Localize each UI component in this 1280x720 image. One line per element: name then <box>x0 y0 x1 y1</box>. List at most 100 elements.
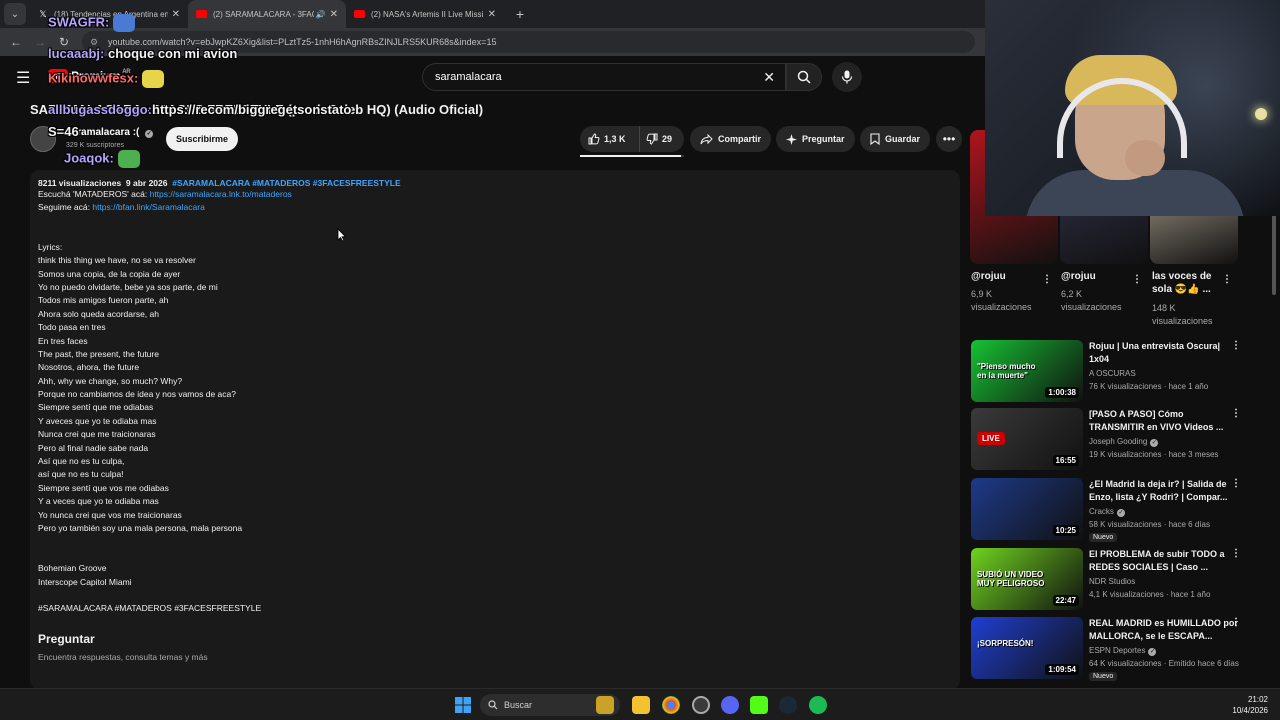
video-channel[interactable]: Joseph Gooding ✓ <box>1089 437 1159 447</box>
more-vertical-icon[interactable]: ⋮ <box>1231 617 1241 628</box>
listen-link[interactable]: https://saramalacara.lnk.to/mataderos <box>150 189 292 199</box>
save-button-wrap: Guardar <box>860 126 931 152</box>
video-duration: 16:55 <box>1052 455 1079 466</box>
short-title[interactable]: las voces de sola 😎👍 ... <box>1152 270 1230 296</box>
more-vertical-icon[interactable]: ⋮ <box>1231 478 1241 489</box>
video-thumbnail[interactable]: 10:25 <box>971 478 1083 540</box>
youtube-logo[interactable]: Premium AR <box>48 69 131 83</box>
new-tab-button[interactable]: + <box>510 6 530 22</box>
verified-icon: ✓ <box>1148 648 1157 656</box>
channel-avatar[interactable] <box>30 126 56 152</box>
recommended-video[interactable]: ¡SORPRESÓN! 1:09:54 REAL MADRID es HUMILLA… <box>971 617 1251 681</box>
voice-search-button[interactable] <box>832 62 862 92</box>
tab-saramalacara[interactable]: (2) SARAMALACARA - 3FACES FREESTYLE 🔊 ✕ <box>188 0 346 28</box>
search-input[interactable]: saramalacara ✕ <box>422 63 786 91</box>
like-dislike-group: 1,3 K 29 <box>580 126 684 152</box>
video-thumbnail[interactable]: LIVE 16:55 <box>971 408 1083 470</box>
hashtags[interactable]: #SARAMALACARA #MATADEROS #3FACESFREESTYL… <box>172 178 400 188</box>
dislike-button[interactable]: 29 <box>640 126 684 152</box>
back-arrow-icon[interactable]: ← <box>4 35 28 49</box>
follow-link[interactable]: https://bfan.link/Saramalacara <box>92 202 204 212</box>
tab-nasa-artemis[interactable]: (2) NASA's Artemis II Live Missi ✕ <box>346 0 504 28</box>
video-description[interactable]: 8211 visualizaciones 9 abr 2026 #SARAMAL… <box>30 170 960 690</box>
recommended-video[interactable]: 10:25 ¿El Madrid la deja ir? | Salida de … <box>971 478 1251 542</box>
lyric-line: Ahh, why we change, so much? Why? <box>38 375 183 386</box>
lyric-line: En tres faces <box>38 335 88 346</box>
tab-search-button[interactable]: ⌄ <box>4 3 26 25</box>
more-vertical-icon[interactable]: ⋮ <box>1222 274 1232 285</box>
channel-name[interactable]: saramalacara :( ✓ <box>66 127 154 138</box>
spotify-icon[interactable] <box>809 696 827 714</box>
video-channel[interactable]: Cracks ✓ <box>1089 507 1125 517</box>
youtube-header: ☰ Premium AR saramalacara ✕ <box>0 56 985 98</box>
video-thumbnail[interactable]: ¡SORPRESÓN! 1:09:54 <box>971 617 1083 679</box>
recommended-video[interactable]: SUBIÓ UN VIDEO MUY PELIGROSO 22:47 El PROB… <box>971 548 1251 612</box>
menu-icon[interactable]: ☰ <box>16 68 30 88</box>
more-vertical-icon[interactable]: ⋮ <box>1132 274 1142 285</box>
file-explorer-icon[interactable] <box>632 696 650 714</box>
close-icon[interactable]: ✕ <box>330 9 338 20</box>
short-views: 6,2 K visualizaciones <box>1061 289 1122 312</box>
forward-arrow-icon[interactable]: → <box>28 35 52 49</box>
search-button[interactable] <box>786 63 822 91</box>
more-vertical-icon[interactable]: ⋮ <box>1231 408 1241 419</box>
obs-icon[interactable] <box>692 696 710 714</box>
video-title[interactable]: [PASO A PASO] Cómo TRANSMITIR en VIVO Vi… <box>1089 408 1239 434</box>
close-icon[interactable]: ✕ <box>488 9 496 20</box>
video-thumbnail[interactable]: "Pienso mucho en la muerte" 1:00:38 <box>971 340 1083 402</box>
video-title[interactable]: El PROBLEMA de subir TODO a REDES SOCIAL… <box>1089 548 1239 574</box>
youtube-play-icon <box>48 69 68 83</box>
lyric-line: Yo no puedo olvidarte, bebe ya sos parte… <box>38 281 218 292</box>
reload-icon[interactable]: ↻ <box>52 35 76 49</box>
lyric-line: Así que no es tu culpa, <box>38 456 125 467</box>
video-title[interactable]: ¿El Madrid la deja ir? | Salida de Enzo,… <box>1089 478 1239 504</box>
more-actions-button[interactable]: ••• <box>936 126 962 152</box>
more-vertical-icon[interactable]: ⋮ <box>1042 274 1052 285</box>
save-button[interactable]: Guardar <box>860 126 931 152</box>
video-channel[interactable]: A OSCURAS <box>1089 369 1136 378</box>
recommended-video[interactable]: "Pienso mucho en la muerte" 1:00:38 Rojuu … <box>971 340 1251 404</box>
share-button[interactable]: Compartir <box>690 126 772 152</box>
taskbar-search-label: Buscar <box>504 700 533 710</box>
video-meta: 64 K visualizaciones · Emitido hace 6 dí… <box>1089 659 1239 668</box>
system-clock[interactable]: 21:02 10/4/2026 <box>1232 694 1268 716</box>
short-title[interactable]: @rojuu <box>971 270 1049 283</box>
video-thumbnail[interactable]: SUBIÓ UN VIDEO MUY PELIGROSO 22:47 <box>971 548 1083 610</box>
ask-button[interactable]: Preguntar <box>776 126 855 152</box>
discord-icon[interactable] <box>721 696 739 714</box>
scrollbar[interactable] <box>1272 215 1276 295</box>
like-button[interactable]: 1,3 K <box>580 126 640 152</box>
video-title[interactable]: Rojuu | Una entrevista Oscura| 1x04 <box>1089 340 1239 366</box>
windows-start-icon[interactable] <box>454 696 472 714</box>
listen-prefix: Escuchá 'MATADEROS' acá: <box>38 189 148 199</box>
footer-hashtags[interactable]: #SARAMALACARA #MATADEROS #3FACESFREESTYL… <box>38 602 952 615</box>
close-icon[interactable]: ✕ <box>172 9 180 20</box>
more-vertical-icon[interactable]: ⋮ <box>1231 340 1241 351</box>
speaker-icon[interactable]: 🔊 <box>316 10 326 19</box>
search-highlight-icon[interactable] <box>596 696 614 714</box>
video-channel[interactable]: ESPN Deportes ✓ <box>1089 646 1157 656</box>
lyric-line: Yo nunca crei que vos me traicionaras <box>38 509 182 520</box>
tab-x-trends[interactable]: 𝕏 (18) Tendencias en Argentina en X ✕ <box>30 0 188 28</box>
thumbs-down-icon <box>646 133 658 145</box>
steam-icon[interactable] <box>779 696 797 714</box>
clear-search-icon[interactable]: ✕ <box>763 69 775 86</box>
share-button-wrap: Compartir <box>690 126 772 152</box>
site-info-icon[interactable]: ⚙ <box>90 37 102 48</box>
description-meta: 8211 visualizaciones 9 abr 2026 #SARAMAL… <box>38 178 952 188</box>
thumbnail-text: SUBIÓ UN VIDEO MUY PELIGROSO <box>977 570 1045 588</box>
chrome-icon[interactable] <box>662 696 680 714</box>
kick-icon[interactable] <box>750 696 768 714</box>
video-channel[interactable]: NDR Studios <box>1089 577 1135 586</box>
short-title[interactable]: @rojuu <box>1061 270 1139 283</box>
more-vertical-icon[interactable]: ⋮ <box>1231 548 1241 559</box>
recommended-video[interactable]: LIVE 16:55 [PASO A PASO] Cómo TRANSMITIR e… <box>971 408 1251 472</box>
video-title[interactable]: REAL MADRID es HUMILLADO por MALLORCA, s… <box>1089 617 1239 643</box>
subscribe-button[interactable]: Suscribirme <box>166 127 238 151</box>
tab-title: (18) Tendencias en Argentina en X <box>54 9 168 19</box>
address-bar[interactable]: ⚙ youtube.com/watch?v=ebJwpKZ6Xig&list=P… <box>82 31 975 53</box>
lyric-line: Siempre sentí que vos me odiabas <box>38 482 169 493</box>
